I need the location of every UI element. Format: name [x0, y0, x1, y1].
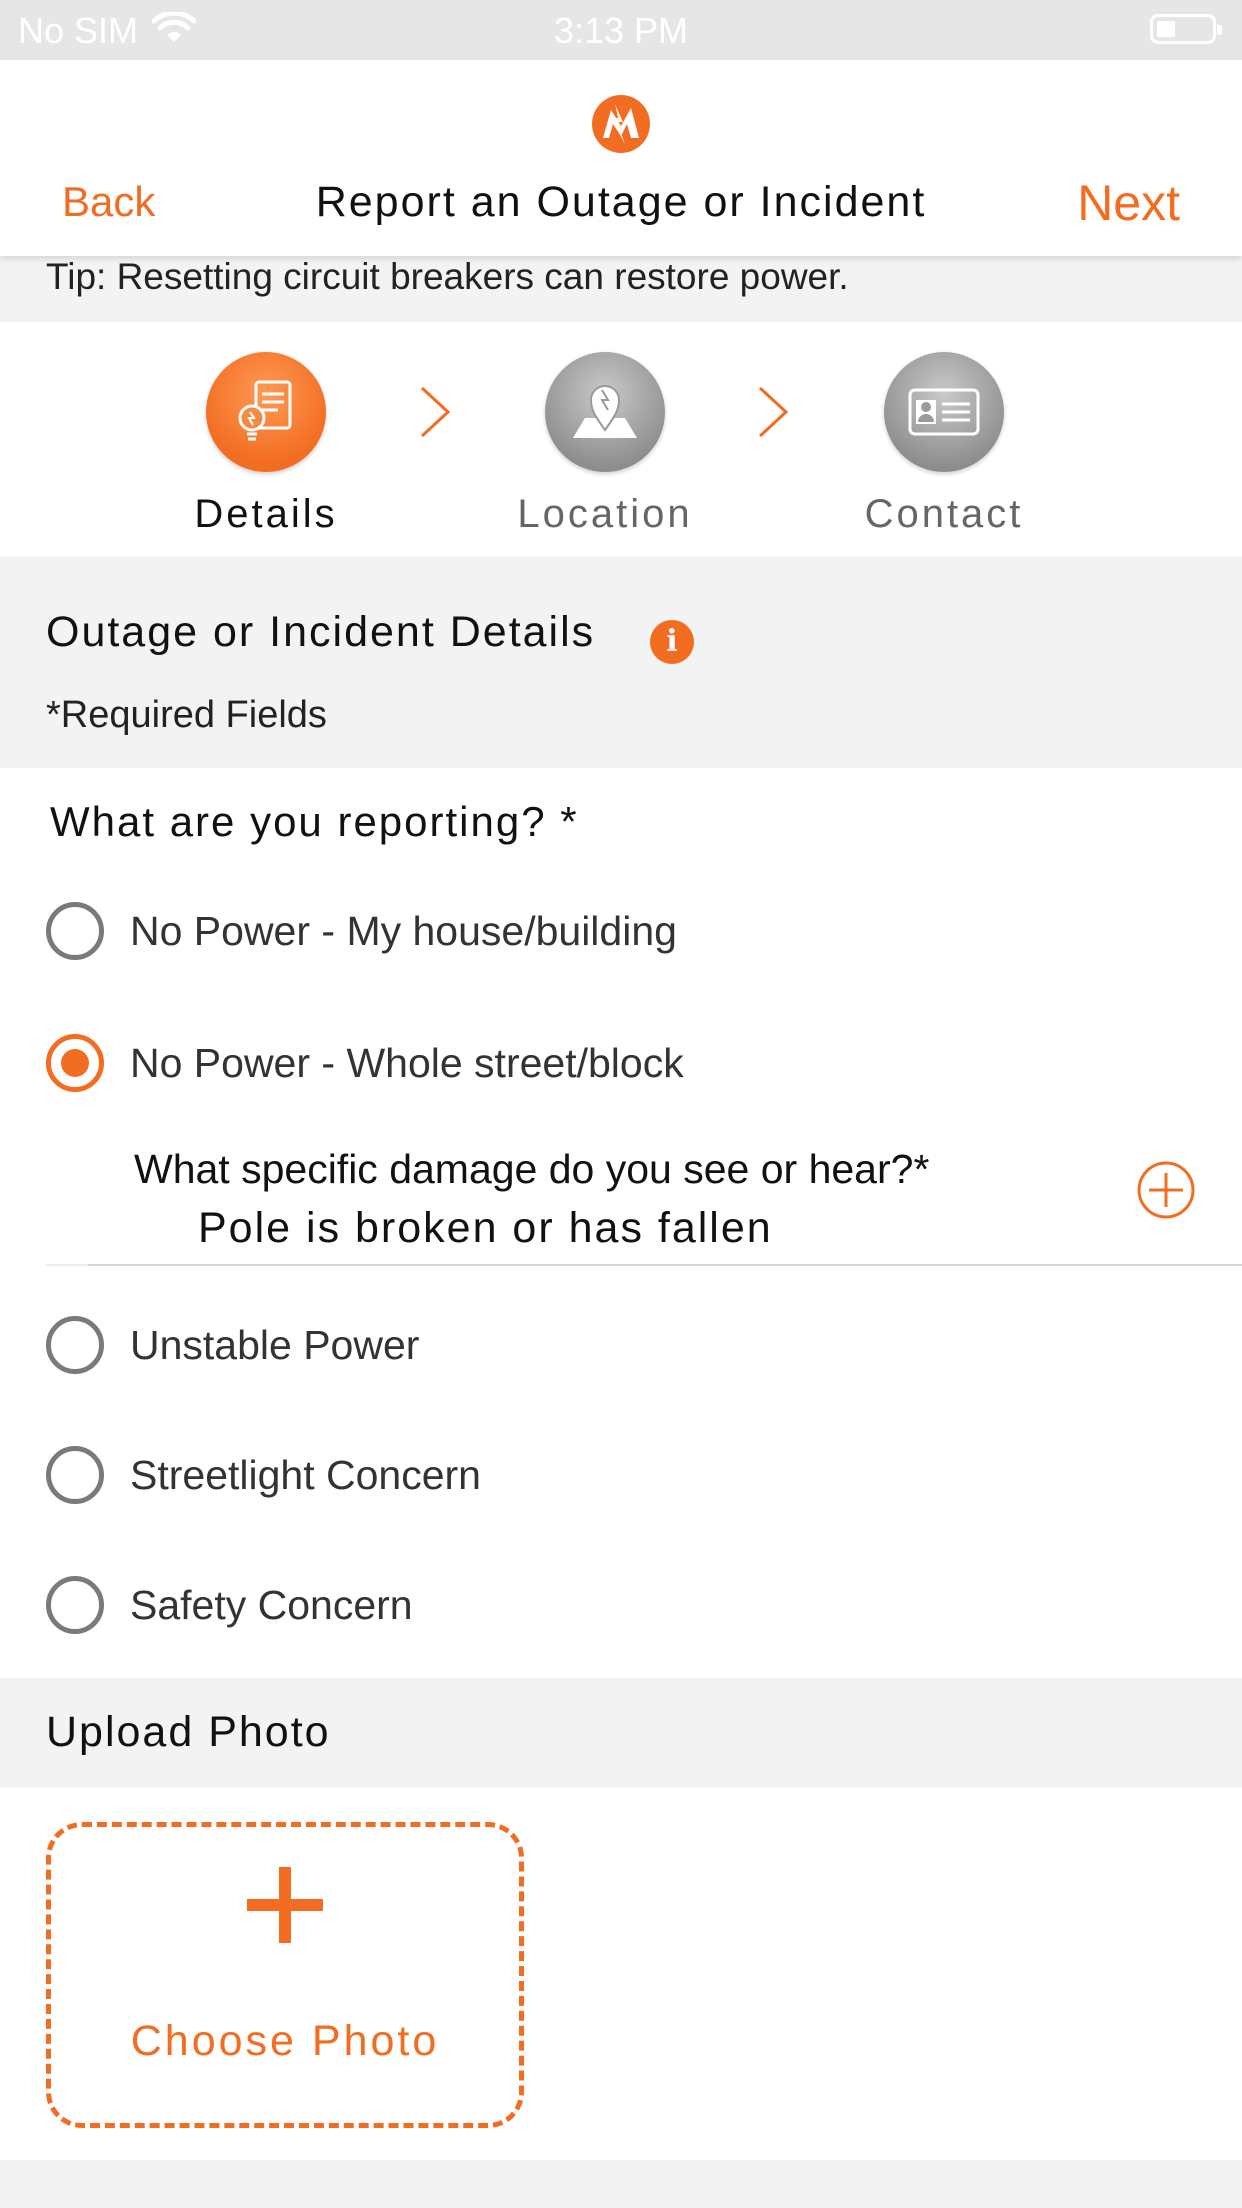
- contact-card-icon: [908, 388, 980, 436]
- page-title: Report an Outage or Incident: [315, 178, 927, 226]
- chevron-right-icon: [420, 386, 451, 438]
- radio-button[interactable]: [46, 1316, 104, 1374]
- step-contact-label: Contact: [864, 492, 1024, 536]
- clock: 3:13 PM: [553, 10, 689, 51]
- chevron-right-icon: [758, 386, 789, 438]
- divider: [46, 1264, 88, 1266]
- step-contact-icon[interactable]: [884, 352, 1004, 472]
- radio-button[interactable]: [46, 902, 104, 960]
- damage-question: What specific damage do you see or hear?…: [134, 1146, 930, 1192]
- upload-title: Upload Photo: [46, 1708, 331, 1756]
- info-icon[interactable]: i: [650, 620, 694, 664]
- add-circle-icon[interactable]: [1136, 1160, 1196, 1220]
- divider: [88, 1264, 1242, 1266]
- option-streetlight-concern[interactable]: Streetlight Concern: [0, 1430, 1242, 1520]
- choose-photo-button[interactable]: Choose Photo: [46, 1822, 524, 2128]
- step-location-label: Location: [517, 492, 693, 536]
- details-section-header: Outage or Incident Details i *Required F…: [0, 556, 1242, 768]
- next-button[interactable]: Next: [1077, 174, 1180, 232]
- step-details-icon[interactable]: [206, 352, 326, 472]
- option-label: No Power - Whole street/block: [130, 1040, 684, 1086]
- battery-icon: [1150, 14, 1222, 44]
- radio-button[interactable]: [46, 1446, 104, 1504]
- plus-icon: [247, 1867, 323, 1943]
- tip-text: Tip: Resetting circuit breakers can rest…: [46, 256, 849, 297]
- tip-banner: Tip: Resetting circuit breakers can rest…: [0, 256, 1242, 322]
- radio-button-selected[interactable]: [46, 1034, 104, 1092]
- option-label: Streetlight Concern: [130, 1452, 481, 1498]
- bottom-spacer: [0, 2160, 1242, 2208]
- status-bar: No SIM 3:13 PM: [0, 0, 1242, 60]
- upload-section-header: Upload Photo: [0, 1678, 1242, 1788]
- option-no-power-street[interactable]: No Power - Whole street/block: [0, 1018, 1242, 1108]
- map-pin-icon: [573, 385, 637, 438]
- reporting-question: What are you reporting? *: [50, 798, 579, 845]
- option-unstable-power[interactable]: Unstable Power: [0, 1300, 1242, 1390]
- radio-button[interactable]: [46, 1576, 104, 1634]
- step-details-label: Details: [194, 492, 338, 536]
- step-indicator: Details Location Contact: [0, 322, 1242, 556]
- choose-photo-label: Choose Photo: [130, 2017, 440, 2065]
- required-fields-note: *Required Fields: [46, 694, 327, 736]
- option-label: No Power - My house/building: [130, 908, 677, 954]
- document-bulb-icon: [238, 380, 292, 441]
- upload-area: Choose Photo: [0, 1788, 1242, 2160]
- brand-logo-icon: [592, 95, 650, 153]
- option-label: Unstable Power: [130, 1322, 420, 1368]
- report-type-form: What are you reporting? * No Power - My …: [0, 768, 1242, 1678]
- damage-answer[interactable]: Pole is broken or has fallen: [198, 1204, 773, 1253]
- section-title: Outage or Incident Details: [46, 608, 596, 656]
- option-label: Safety Concern: [130, 1582, 413, 1628]
- option-safety-concern[interactable]: Safety Concern: [0, 1560, 1242, 1650]
- option-no-power-house[interactable]: No Power - My house/building: [0, 886, 1242, 976]
- step-location-icon[interactable]: [545, 352, 665, 472]
- navigation-bar: Back Report an Outage or Incident Next: [0, 60, 1242, 256]
